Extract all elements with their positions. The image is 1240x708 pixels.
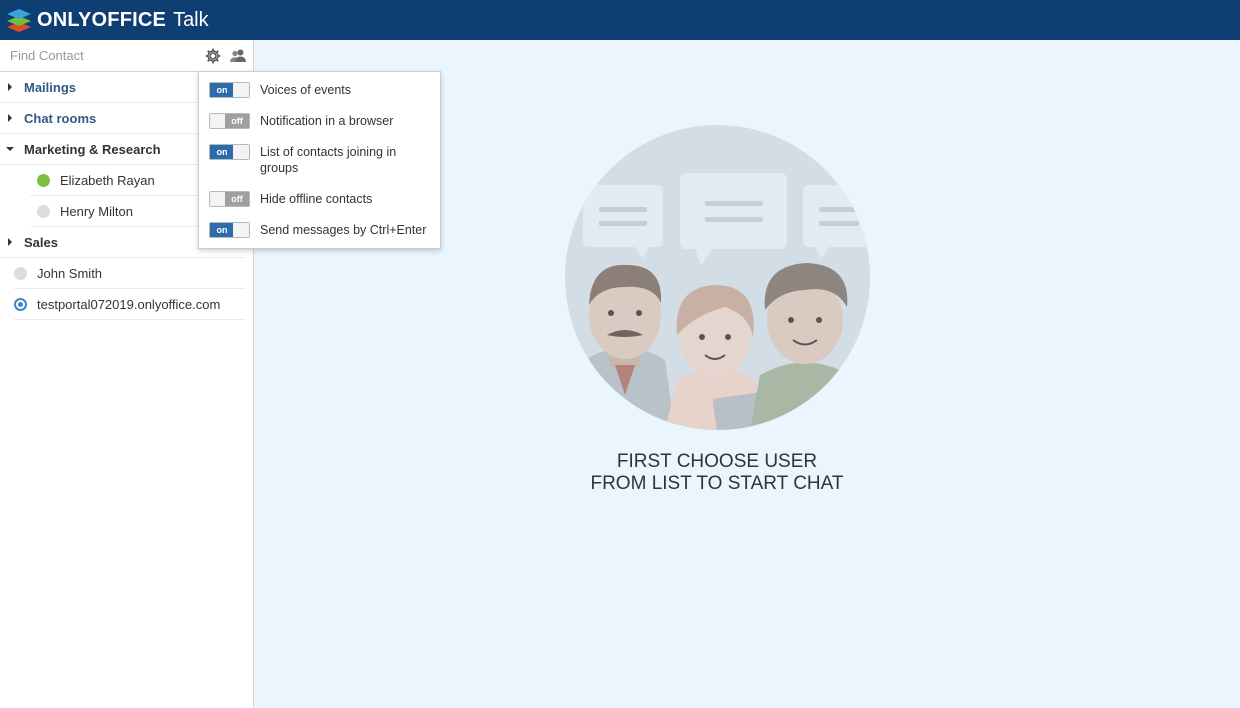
find-contact-input[interactable] (0, 40, 195, 71)
option-hide-offline: off Hide offline contacts (209, 191, 430, 207)
caret-right-icon (0, 114, 24, 122)
toggle-contacts-in-groups[interactable]: on (209, 144, 250, 160)
contact-john-smith[interactable]: John Smith (14, 258, 245, 289)
settings-dropdown: on Voices of events off Notification in … (198, 71, 441, 249)
brand-name: ONLYOFFICE (37, 8, 167, 31)
status-offline-icon (37, 204, 50, 218)
toggle-voices-of-events[interactable]: on (209, 82, 250, 98)
group-label: Chat rooms (24, 110, 97, 126)
option-label: Voices of events (260, 83, 352, 97)
contact-self[interactable]: testportal072019.onlyoffice.com (14, 289, 245, 320)
caret-right-icon (0, 238, 24, 246)
caret-right-icon (0, 83, 24, 91)
people-chat-illustration (565, 125, 870, 430)
option-contacts-in-groups: on List of contacts joining in groups (209, 144, 430, 176)
contact-name: testportal072019.onlyoffice.com (37, 296, 221, 312)
option-browser-notification: off Notification in a browser (209, 113, 430, 129)
group-label: Mailings (24, 79, 77, 95)
option-label: List of contacts joining in groups (260, 145, 397, 175)
caret-down-icon (0, 147, 24, 151)
contact-name: Henry Milton (60, 203, 133, 219)
contact-name: John Smith (37, 265, 103, 281)
status-online-icon (37, 173, 50, 187)
empty-state-line-2: from list to start chat (590, 473, 844, 494)
search-bar (0, 40, 253, 72)
status-self-icon (14, 297, 27, 311)
product-name: Talk (173, 8, 209, 31)
option-voices-of-events: on Voices of events (209, 82, 430, 98)
users-icon[interactable] (229, 47, 247, 65)
toggle-browser-notification[interactable]: off (209, 113, 250, 129)
contact-name: Elizabeth Rayan (60, 172, 155, 188)
gear-icon[interactable] (204, 47, 222, 65)
status-offline-icon (14, 266, 27, 280)
empty-state-line-1: First choose user (616, 451, 818, 472)
toggle-hide-offline[interactable]: off (209, 191, 250, 207)
option-label: Notification in a browser (260, 114, 394, 128)
group-label: Marketing & Research (24, 141, 161, 157)
group-label: Sales (24, 234, 58, 250)
option-label: Hide offline contacts (260, 192, 373, 206)
app-header: ONLYOFFICE Talk (0, 0, 1240, 40)
toggle-ctrl-enter[interactable]: on (209, 222, 250, 238)
option-ctrl-enter: on Send messages by Ctrl+Enter (209, 222, 430, 238)
option-label: Send messages by Ctrl+Enter (260, 223, 427, 237)
onlyoffice-logo-icon (7, 9, 31, 32)
empty-state-message: First choose user from list to start cha… (254, 451, 1180, 495)
